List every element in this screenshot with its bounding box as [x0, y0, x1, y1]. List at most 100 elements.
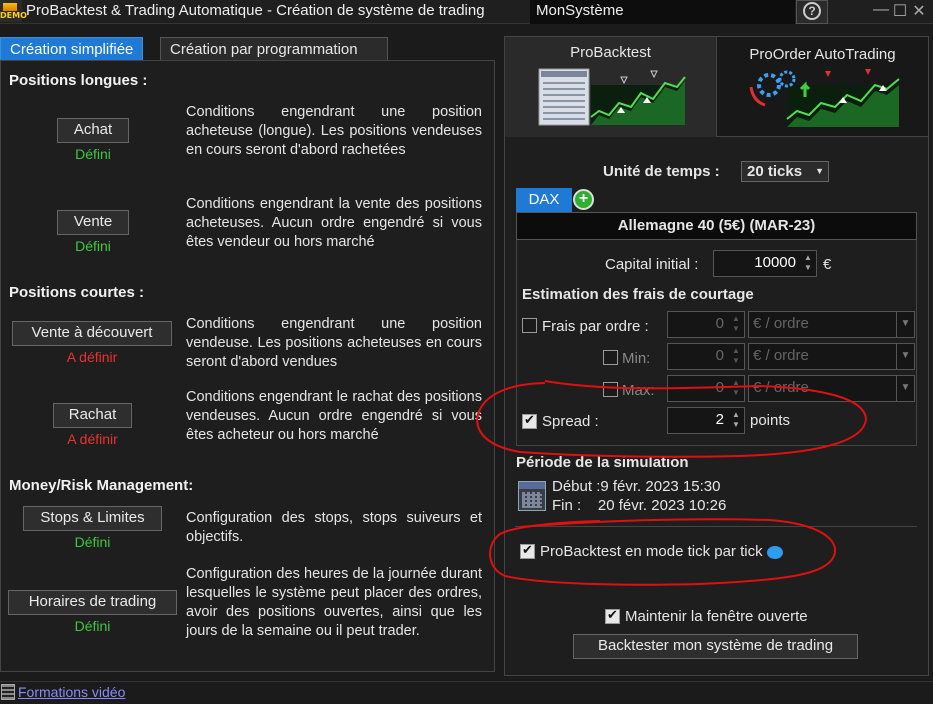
status-bar [0, 681, 933, 704]
run-backtest-button[interactable]: Backtester mon système de trading [573, 634, 858, 659]
buy-status: Défini [75, 146, 111, 162]
timeframe-label: Unité de temps : [603, 163, 720, 180]
tab-probacktest-label: ProBacktest [570, 44, 651, 61]
capital-input[interactable]: 10000 ▲ ▼ [713, 250, 817, 277]
fees-per-order-label: Frais par ordre : [542, 318, 649, 335]
trading-hours-button[interactable]: Horaires de trading [8, 590, 177, 615]
min-spinner-icon[interactable]: ▲ ▼ [730, 346, 742, 367]
spread-checkbox[interactable] [522, 412, 537, 429]
spread-spinner-icon[interactable]: ▲ ▼ [730, 410, 742, 431]
video-training-link[interactable]: Formations vidéo [18, 684, 125, 700]
window-title: ProBacktest & Trading Automatique - Créa… [26, 2, 485, 19]
fees-per-order-checkbox[interactable] [522, 318, 537, 333]
spread-unit: points [750, 412, 791, 429]
fees-unit-text: € / ordre [753, 315, 809, 332]
stops-limits-button[interactable]: Stops & Limites [23, 506, 162, 531]
buy-to-cover-button[interactable]: Rachat [53, 403, 132, 428]
window: DEMO ProBacktest & Trading Automatique -… [0, 0, 933, 704]
trading-hours-description: Configuration des heures de la journée d… [186, 566, 482, 639]
tick-by-tick-text: ProBacktest en mode tick par tick [540, 543, 763, 560]
tick-by-tick-checkbox[interactable] [520, 542, 535, 559]
end-label: Fin : [552, 497, 582, 514]
min-fee-checkbox[interactable] [603, 350, 618, 365]
capital-value: 10000 [754, 254, 796, 271]
fees-per-order-unit-select[interactable]: € / ordre ▼ [748, 311, 915, 338]
short-positions-heading: Positions courtes : [9, 284, 145, 301]
min-fee-input[interactable]: 0 ▲ ▼ [667, 343, 745, 370]
info-bubble-icon[interactable] [766, 545, 783, 559]
tab-proorder-autotrading[interactable]: ProOrder AutoTrading [717, 37, 929, 137]
buy-description: Conditions engendrant une position achet… [186, 104, 482, 158]
tab-simplified-creation[interactable]: Création simplifiée [0, 37, 144, 60]
sell-short-description: Conditions engendrant une position vende… [186, 316, 482, 370]
sell-status: Défini [75, 238, 111, 254]
keep-window-open-checkbox[interactable] [605, 607, 620, 624]
capital-spinner-icon[interactable]: ▲ ▼ [802, 253, 814, 274]
period-end: Fin : 20 févr. 2023 10:26 [552, 497, 726, 514]
minimize-button[interactable]: — [872, 1, 890, 19]
fees-per-order-input[interactable]: 0 ▲ ▼ [667, 311, 745, 338]
chevron-down-icon: ▼ [896, 344, 914, 369]
probacktest-icon [538, 68, 686, 126]
chevron-down-icon: ▼ [896, 376, 914, 401]
max-fee-label: Max: [622, 382, 655, 399]
tab-probacktest[interactable]: ProBacktest [505, 37, 717, 137]
instrument-tab-dax[interactable]: DAX [516, 188, 572, 212]
min-fee-unit-select[interactable]: € / ordre ▼ [748, 343, 915, 370]
add-instrument-icon[interactable]: + [573, 189, 594, 210]
close-button[interactable]: ✕ [910, 1, 928, 21]
sell-short-status: A définir [66, 349, 118, 365]
sell-description: Conditions engendrant la vente des posit… [186, 196, 482, 250]
end-value: 20 févr. 2023 10:26 [597, 497, 727, 514]
timeframe-value: 20 ticks [747, 163, 803, 180]
chevron-down-icon: ▼ [815, 166, 824, 176]
spread-value: 2 [715, 411, 724, 428]
help-button[interactable]: ? [796, 0, 828, 24]
help-icon: ? [803, 2, 821, 20]
spread-input[interactable]: 2 ▲ ▼ [667, 407, 745, 434]
instrument-name: Allemagne 40 (5€) (MAR-23) [516, 212, 917, 240]
keep-window-open-label: Maintenir la fenêtre ouverte [625, 608, 808, 625]
long-positions-heading: Positions longues : [9, 72, 148, 89]
demo-logo-icon: DEMO [0, 0, 27, 22]
sell-short-button[interactable]: Vente à découvert [12, 321, 172, 346]
proorder-autotrading-icon [749, 69, 900, 127]
max-fee-checkbox[interactable] [603, 382, 618, 397]
period-start: Début :9 févr. 2023 15:30 [552, 478, 720, 495]
stops-limits-description: Configuration des stops, stops suiveurs … [186, 510, 482, 545]
max-fee-input[interactable]: 0 ▲ ▼ [667, 375, 745, 402]
buy-to-cover-status: A définir [67, 431, 118, 447]
maximize-button[interactable]: ☐ [891, 1, 909, 21]
buy-button[interactable]: Achat [57, 118, 129, 143]
video-film-icon [1, 684, 15, 700]
backtest-panel: ProBacktest ProOrder AutoTrading Unité d… [504, 36, 929, 676]
chevron-down-icon: ▼ [896, 312, 914, 337]
max-spinner-icon[interactable]: ▲ ▼ [730, 378, 742, 399]
period-heading: Période de la simulation [516, 454, 689, 471]
currency-label: € [823, 256, 832, 273]
fees-heading: Estimation des frais de courtage [522, 286, 754, 303]
demo-badge: DEMO [0, 11, 27, 20]
money-management-heading: Money/Risk Management: [9, 477, 194, 494]
tab-proorder-label: ProOrder AutoTrading [749, 46, 896, 63]
min-fee-label: Min: [622, 350, 651, 367]
timeframe-select[interactable]: 20 ticks ▼ [741, 161, 829, 182]
trading-hours-status: Défini [74, 618, 111, 634]
simplified-creation-panel: Positions longues : Achat Défini Conditi… [0, 60, 495, 672]
tab-programming-creation[interactable]: Création par programmation [160, 37, 388, 60]
fees-spinner-icon[interactable]: ▲ ▼ [730, 314, 742, 335]
min-fee-value: 0 [715, 347, 724, 364]
system-name[interactable]: MonSystème [530, 0, 795, 24]
divider [515, 526, 917, 527]
max-unit-text: € / ordre [753, 379, 809, 396]
start-value: 9 févr. 2023 15:30 [600, 478, 721, 495]
max-fee-value: 0 [715, 379, 724, 396]
buy-to-cover-description: Conditions engendrant le rachat des posi… [186, 389, 482, 443]
calendar-icon[interactable] [518, 481, 546, 511]
max-fee-unit-select[interactable]: € / ordre ▼ [748, 375, 915, 402]
title-bar: DEMO ProBacktest & Trading Automatique -… [0, 0, 933, 24]
spread-label: Spread : [542, 413, 599, 430]
min-unit-text: € / ordre [753, 347, 809, 364]
tick-by-tick-label: ProBacktest en mode tick par tick [540, 543, 783, 560]
sell-button[interactable]: Vente [57, 210, 129, 235]
